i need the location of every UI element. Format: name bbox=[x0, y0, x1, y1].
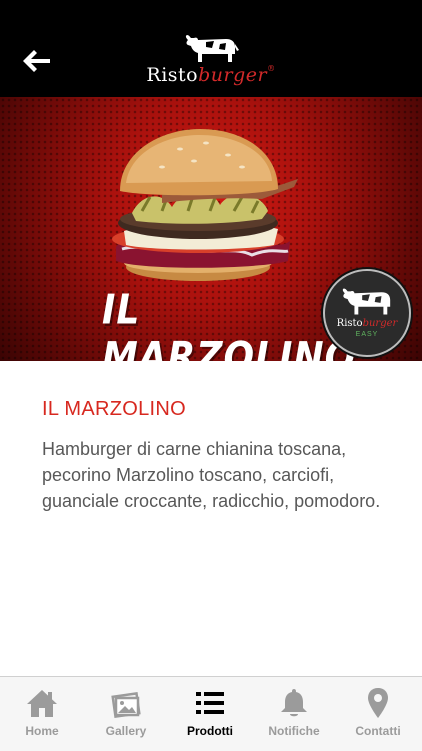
badge-text: Ristoburger bbox=[325, 318, 409, 329]
badge-cow-icon bbox=[342, 288, 391, 315]
location-pin-icon bbox=[368, 688, 388, 718]
logo-text: Ristoburger® bbox=[140, 64, 282, 86]
product-description: Hamburger di carne chianina toscana, pec… bbox=[42, 439, 381, 511]
logo-text-burger: burger bbox=[198, 64, 268, 86]
badge-text-burger: burger bbox=[362, 318, 398, 329]
product-title: IL MARZOLINO bbox=[42, 398, 186, 420]
badge-text-risto: Risto bbox=[336, 318, 363, 329]
gallery-icon bbox=[111, 692, 141, 718]
logo-text-risto: Risto bbox=[146, 64, 199, 86]
tab-notifiche[interactable]: Notifiche bbox=[252, 677, 336, 751]
back-button[interactable] bbox=[20, 46, 54, 76]
tab-prodotti[interactable]: Prodotti bbox=[168, 677, 252, 751]
back-arrow-icon bbox=[23, 50, 50, 72]
tab-prodotti-label: Prodotti bbox=[187, 724, 233, 738]
ristoburger-easy-badge: Ristoburger EASY bbox=[323, 269, 411, 357]
list-icon bbox=[196, 692, 224, 714]
tab-gallery-label: Gallery bbox=[105, 724, 147, 738]
tab-contatti[interactable]: Contatti bbox=[336, 677, 420, 751]
home-icon bbox=[27, 690, 57, 717]
app-logo: Ristoburger® bbox=[140, 30, 282, 90]
tab-gallery[interactable]: Gallery bbox=[84, 677, 168, 751]
bottom-tab-bar: Home Gallery Prodotti Notifiche Contatti bbox=[0, 676, 422, 751]
tab-notifiche-label: Notifiche bbox=[268, 724, 320, 738]
bell-icon bbox=[281, 689, 307, 717]
tab-home[interactable]: Home bbox=[0, 677, 84, 751]
burger-image bbox=[112, 129, 298, 281]
badge-easy-label: EASY bbox=[355, 331, 379, 338]
tab-contatti-label: Contatti bbox=[355, 724, 401, 738]
banner-title: IL MARZOLINO bbox=[102, 286, 357, 361]
top-navigation-bar: Ristoburger® bbox=[0, 0, 422, 97]
logo-registered-mark: ® bbox=[267, 64, 276, 73]
cow-logo-icon bbox=[185, 35, 239, 62]
product-banner-image: IL MARZOLINO Ristoburger EASY bbox=[0, 97, 422, 361]
tab-home-label: Home bbox=[25, 724, 59, 738]
